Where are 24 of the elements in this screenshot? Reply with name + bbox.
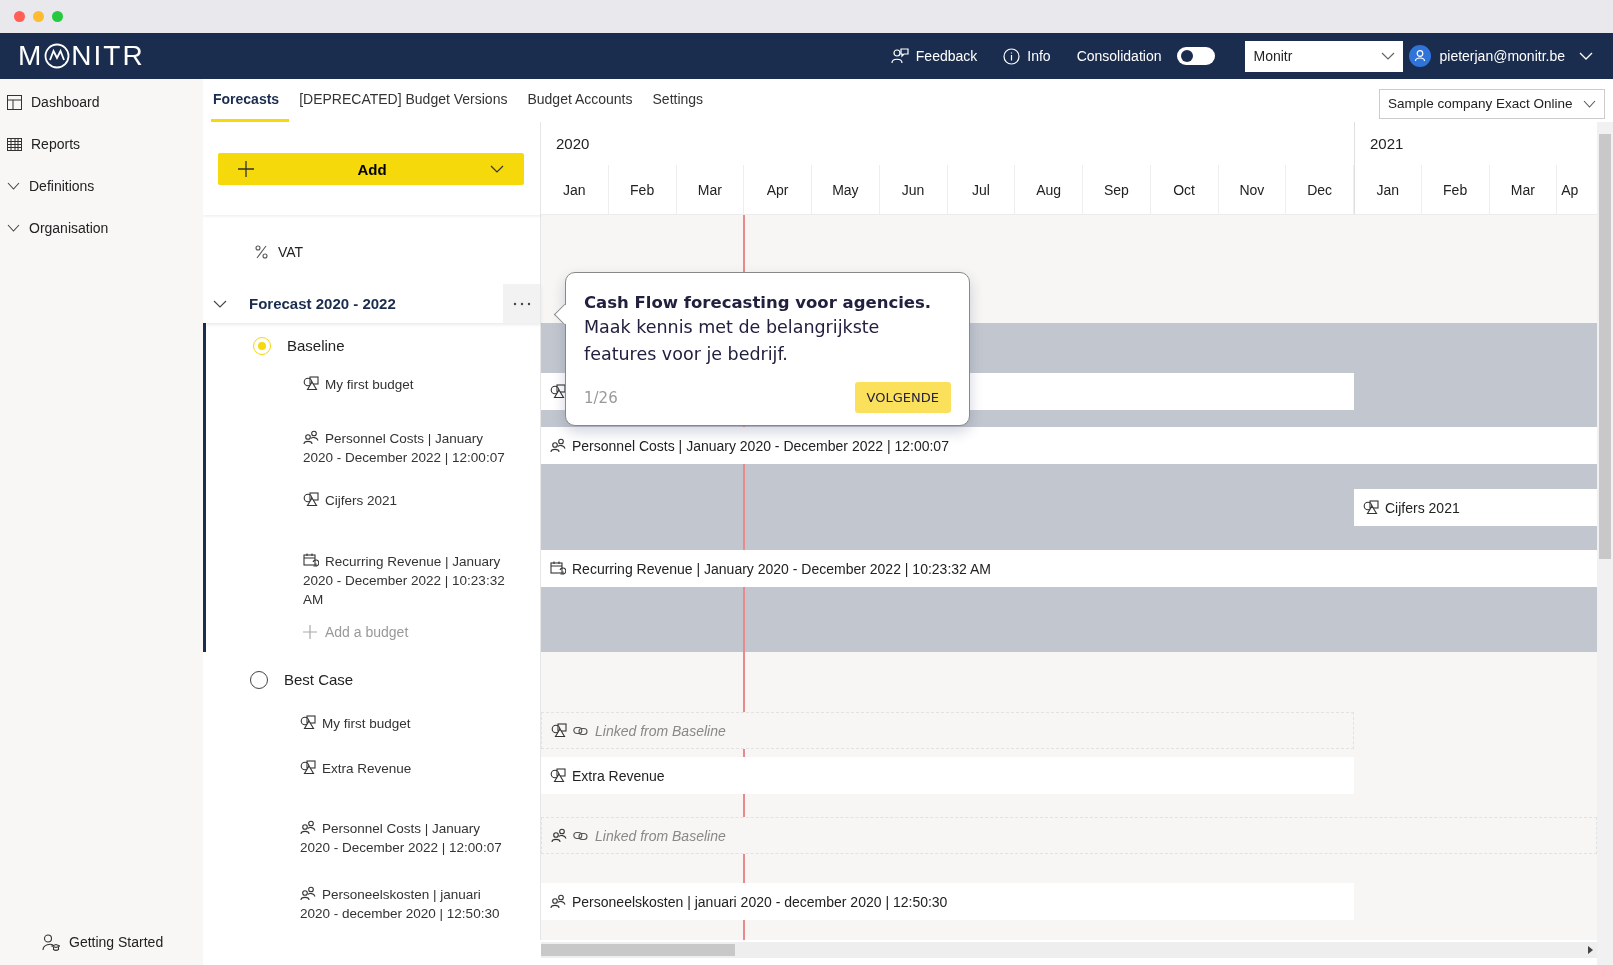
month-label: Aug	[1015, 165, 1083, 214]
logo-text: NITR	[71, 40, 145, 72]
logo-text: M	[18, 40, 44, 72]
month-label: Mar	[676, 165, 745, 214]
year-label: 2020	[556, 135, 590, 152]
month-label: Apr	[744, 165, 812, 214]
month-label: Ap	[1560, 181, 1580, 200]
year-label: 2021	[1370, 135, 1404, 152]
month-label: Sep	[1083, 165, 1151, 214]
consolidation-label: Consolidation	[1076, 48, 1162, 64]
tour-title: Cash Flow forecasting voor agencies.	[584, 293, 933, 312]
month-label: Feb	[608, 165, 677, 214]
month-label: Jan	[1355, 165, 1422, 214]
month-label: Oct	[1150, 165, 1219, 214]
month-label: Dec	[1286, 165, 1354, 214]
step-counter: 1/26	[584, 388, 618, 407]
month-label: May	[812, 165, 880, 214]
month-label: Mar	[1489, 165, 1558, 214]
month-label: Feb	[1421, 165, 1490, 214]
tour-text: Maak kennis met de belangrijkste features voor je bedrijf.	[584, 316, 881, 366]
month-label: Jul	[947, 165, 1016, 214]
month-label: Nov	[1218, 165, 1287, 214]
month-label: Jun	[879, 165, 948, 214]
month-label: Jan	[541, 165, 609, 214]
